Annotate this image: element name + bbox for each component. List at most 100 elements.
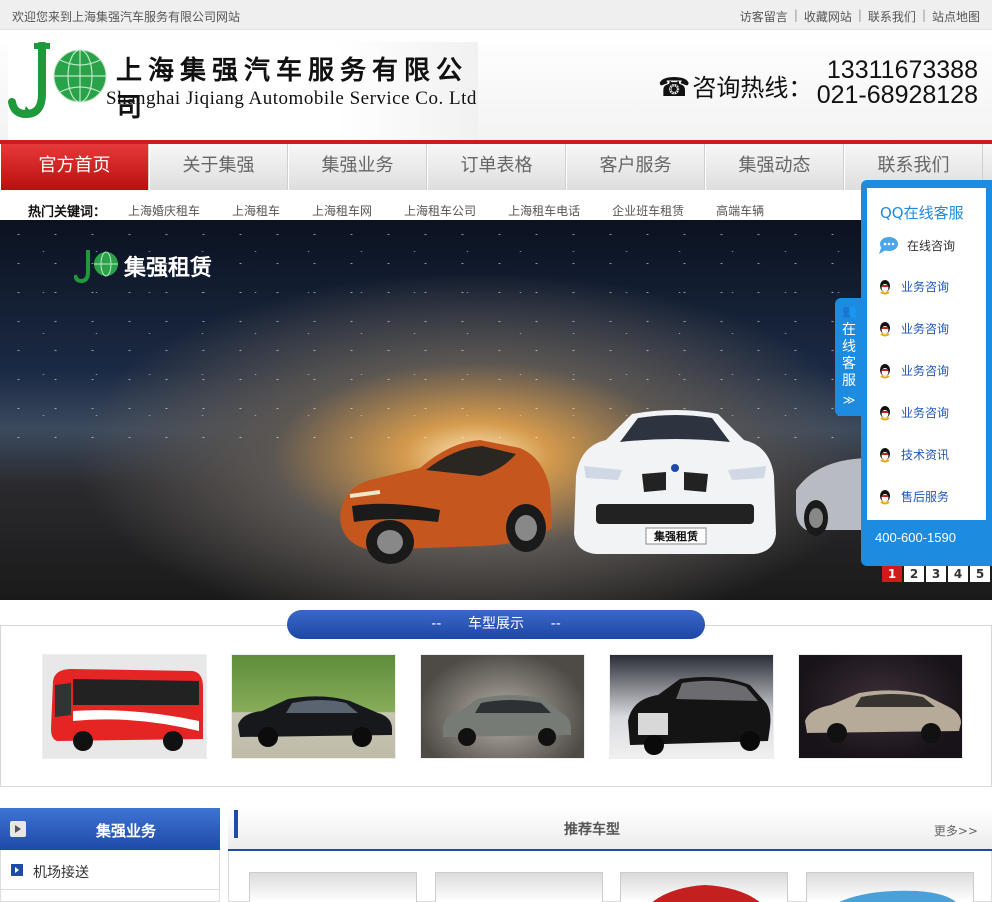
online-service-tab[interactable]: 👥 在线客服 ≫ bbox=[835, 298, 863, 416]
qq-penguin-icon bbox=[880, 447, 890, 462]
banner-brand: 集强租赁 bbox=[74, 248, 212, 284]
welcome-text: 欢迎您来到上海集强汽车服务有限公司网站 bbox=[12, 10, 241, 24]
model-thumb-sedan-black[interactable] bbox=[231, 654, 396, 759]
expand-arrow-icon: ≫ bbox=[842, 393, 856, 407]
nav-home[interactable]: 官方首页 bbox=[0, 144, 149, 190]
keywords-list: 上海婚庆租车 上海租车 上海租车网 上海租车公司 上海租车电话 企业班车租赁 高… bbox=[128, 202, 796, 219]
sidebar-item-label: 机场接送 bbox=[33, 865, 89, 881]
qq-business-consult[interactable]: 业务咨询 bbox=[877, 362, 949, 379]
sidebar-title: 集强业务 bbox=[96, 822, 157, 840]
header-accent-bar bbox=[234, 810, 238, 838]
qq-panel-body: QQ在线客服 在线咨询 业务咨询 业务咨询 业务咨询 业务咨询 技术资讯 售后服… bbox=[867, 188, 986, 520]
pager-dot[interactable]: 5 bbox=[970, 566, 990, 582]
nav-news[interactable]: 集强动态 bbox=[705, 144, 844, 190]
pager-dot[interactable]: 3 bbox=[926, 566, 946, 582]
business-sidebar-header: 集强业务 bbox=[0, 808, 220, 850]
qq-row-label: 售后服务 bbox=[901, 490, 950, 504]
banner-logo-icon bbox=[74, 250, 118, 284]
keyword-link[interactable]: 上海租车网 bbox=[312, 202, 372, 219]
models-title: -- 车型展示 -- bbox=[287, 610, 705, 639]
pager-dot[interactable]: 2 bbox=[904, 566, 924, 582]
keyword-link[interactable]: 上海租车公司 bbox=[404, 202, 476, 219]
qq-tech-info[interactable]: 技术资讯 bbox=[877, 446, 949, 463]
qq-penguin-icon bbox=[880, 279, 890, 294]
link-sitemap[interactable]: 站点地图 bbox=[932, 8, 980, 25]
qq-business-consult[interactable]: 业务咨询 bbox=[877, 404, 949, 421]
qq-row-label: 业务咨询 bbox=[901, 322, 950, 336]
pager-dot[interactable]: 4 bbox=[948, 566, 968, 582]
luxury-car-image bbox=[628, 677, 771, 755]
hotline-label: 咨询热线： bbox=[692, 74, 813, 102]
keyword-link[interactable]: 高端车辆 bbox=[716, 202, 764, 219]
hotline: ☎咨询热线： bbox=[658, 68, 812, 103]
site-header: 上海集强汽车服务有限公司 Shanghai Jiqiang Automobile… bbox=[0, 30, 992, 140]
qq-row-label: 业务咨询 bbox=[901, 364, 950, 378]
link-guestbook[interactable]: 访客留言 bbox=[740, 8, 788, 25]
banner-pager: 1 2 3 4 5 bbox=[882, 566, 990, 582]
pager-dot[interactable]: 1 bbox=[882, 566, 902, 582]
keywords-label: 热门关键词： bbox=[28, 205, 107, 220]
qq-penguin-icon bbox=[880, 363, 890, 378]
hot-keywords: 热门关键词： 上海婚庆租车 上海租车 上海租车网 上海租车公司 上海租车电话 企… bbox=[0, 190, 992, 220]
top-links: 访客留言 | 收藏网站 | 联系我们 | 站点地图 bbox=[739, 8, 980, 25]
model-thumb-bus[interactable] bbox=[42, 654, 207, 759]
hotline-numbers: 13311673388 021-68928128 bbox=[817, 58, 978, 108]
model-thumb-audi[interactable] bbox=[798, 654, 963, 759]
qq-service-panel: QQ在线客服 在线咨询 业务咨询 业务咨询 业务咨询 业务咨询 技术资讯 售后服… bbox=[861, 180, 992, 566]
keyword-link[interactable]: 企业班车租赁 bbox=[612, 202, 684, 219]
qq-penguin-icon bbox=[880, 405, 890, 420]
bullet-arrow-icon bbox=[11, 864, 23, 876]
main-nav: 官方首页 关于集强 集强业务 订单表格 客户服务 集强动态 联系我们 bbox=[0, 140, 992, 190]
recommended-thumb[interactable] bbox=[249, 872, 417, 902]
model-thumb-rolls[interactable] bbox=[609, 654, 774, 759]
qq-row-label: 技术资讯 bbox=[901, 448, 950, 462]
nav-customer-service[interactable]: 客户服务 bbox=[566, 144, 705, 190]
recommended-thumb[interactable] bbox=[620, 872, 788, 902]
link-bookmark[interactable]: 收藏网站 bbox=[804, 8, 852, 25]
qq-row-label: 业务咨询 bbox=[901, 280, 950, 294]
recommended-thumb[interactable] bbox=[435, 872, 603, 902]
orange-sports-car-image bbox=[340, 440, 552, 564]
bus-image bbox=[51, 669, 203, 751]
logo-emblem-icon bbox=[8, 42, 107, 119]
keyword-link[interactable]: 上海婚庆租车 bbox=[128, 202, 200, 219]
qq-row-label: 在线咨询 bbox=[907, 238, 956, 253]
qq-online-consult[interactable]: 在线咨询 bbox=[877, 236, 955, 254]
online-service-tab-label: 在线客服 bbox=[842, 322, 856, 389]
sidebar-item-next[interactable] bbox=[0, 890, 220, 902]
banner-brand-text: 集强租赁 bbox=[124, 256, 213, 281]
site-logo[interactable]: 上海集强汽车服务有限公司 Shanghai Jiqiang Automobile… bbox=[8, 42, 478, 140]
play-arrow-icon bbox=[10, 821, 26, 837]
qq-panel-title: QQ在线客服 bbox=[880, 204, 964, 222]
license-plate: 集强租赁 bbox=[653, 529, 698, 543]
logo-chinese-name: 上海集强汽车服务有限公司 bbox=[116, 56, 469, 123]
blue-car-top-image bbox=[839, 890, 956, 902]
qq-penguin-icon bbox=[880, 321, 890, 336]
mpv-image bbox=[443, 695, 571, 746]
sidebar-item-airport-transfer[interactable]: 机场接送 bbox=[0, 850, 220, 890]
recommended-title: 推荐车型 bbox=[564, 822, 620, 838]
qq-after-sales[interactable]: 售后服务 bbox=[877, 488, 949, 505]
nav-order-form[interactable]: 订单表格 bbox=[427, 144, 566, 190]
users-icon: 👥 bbox=[842, 304, 857, 318]
qq-business-consult[interactable]: 业务咨询 bbox=[877, 320, 949, 337]
more-link[interactable]: 更多>> bbox=[934, 822, 978, 839]
black-sedan-image bbox=[238, 696, 392, 747]
nav-business[interactable]: 集强业务 bbox=[288, 144, 427, 190]
link-contact[interactable]: 联系我们 bbox=[868, 8, 916, 25]
keyword-link[interactable]: 上海租车 bbox=[232, 202, 280, 219]
keyword-link[interactable]: 上海租车电话 bbox=[508, 202, 580, 219]
recommended-thumb[interactable] bbox=[806, 872, 974, 902]
champagne-sedan-image bbox=[805, 690, 961, 743]
nav-about[interactable]: 关于集强 bbox=[149, 144, 288, 190]
recommended-header: 推荐车型 更多>> bbox=[228, 808, 992, 851]
telephone-icon: ☎ bbox=[658, 73, 691, 103]
phone-landline: 021-68928128 bbox=[816, 81, 978, 109]
qq-business-consult[interactable]: 业务咨询 bbox=[877, 278, 949, 295]
phone-mobile: 13311673388 bbox=[826, 56, 978, 84]
model-thumb-mpv[interactable] bbox=[420, 654, 585, 759]
chat-bubble-icon bbox=[879, 237, 898, 254]
logo-english-name: Shanghai Jiqiang Automobile Service Co. … bbox=[106, 88, 477, 109]
top-bar: 欢迎您来到上海集强汽车服务有限公司网站 访客留言 | 收藏网站 | 联系我们 | 站点… bbox=[0, 0, 992, 30]
qq-row-label: 业务咨询 bbox=[901, 406, 950, 420]
